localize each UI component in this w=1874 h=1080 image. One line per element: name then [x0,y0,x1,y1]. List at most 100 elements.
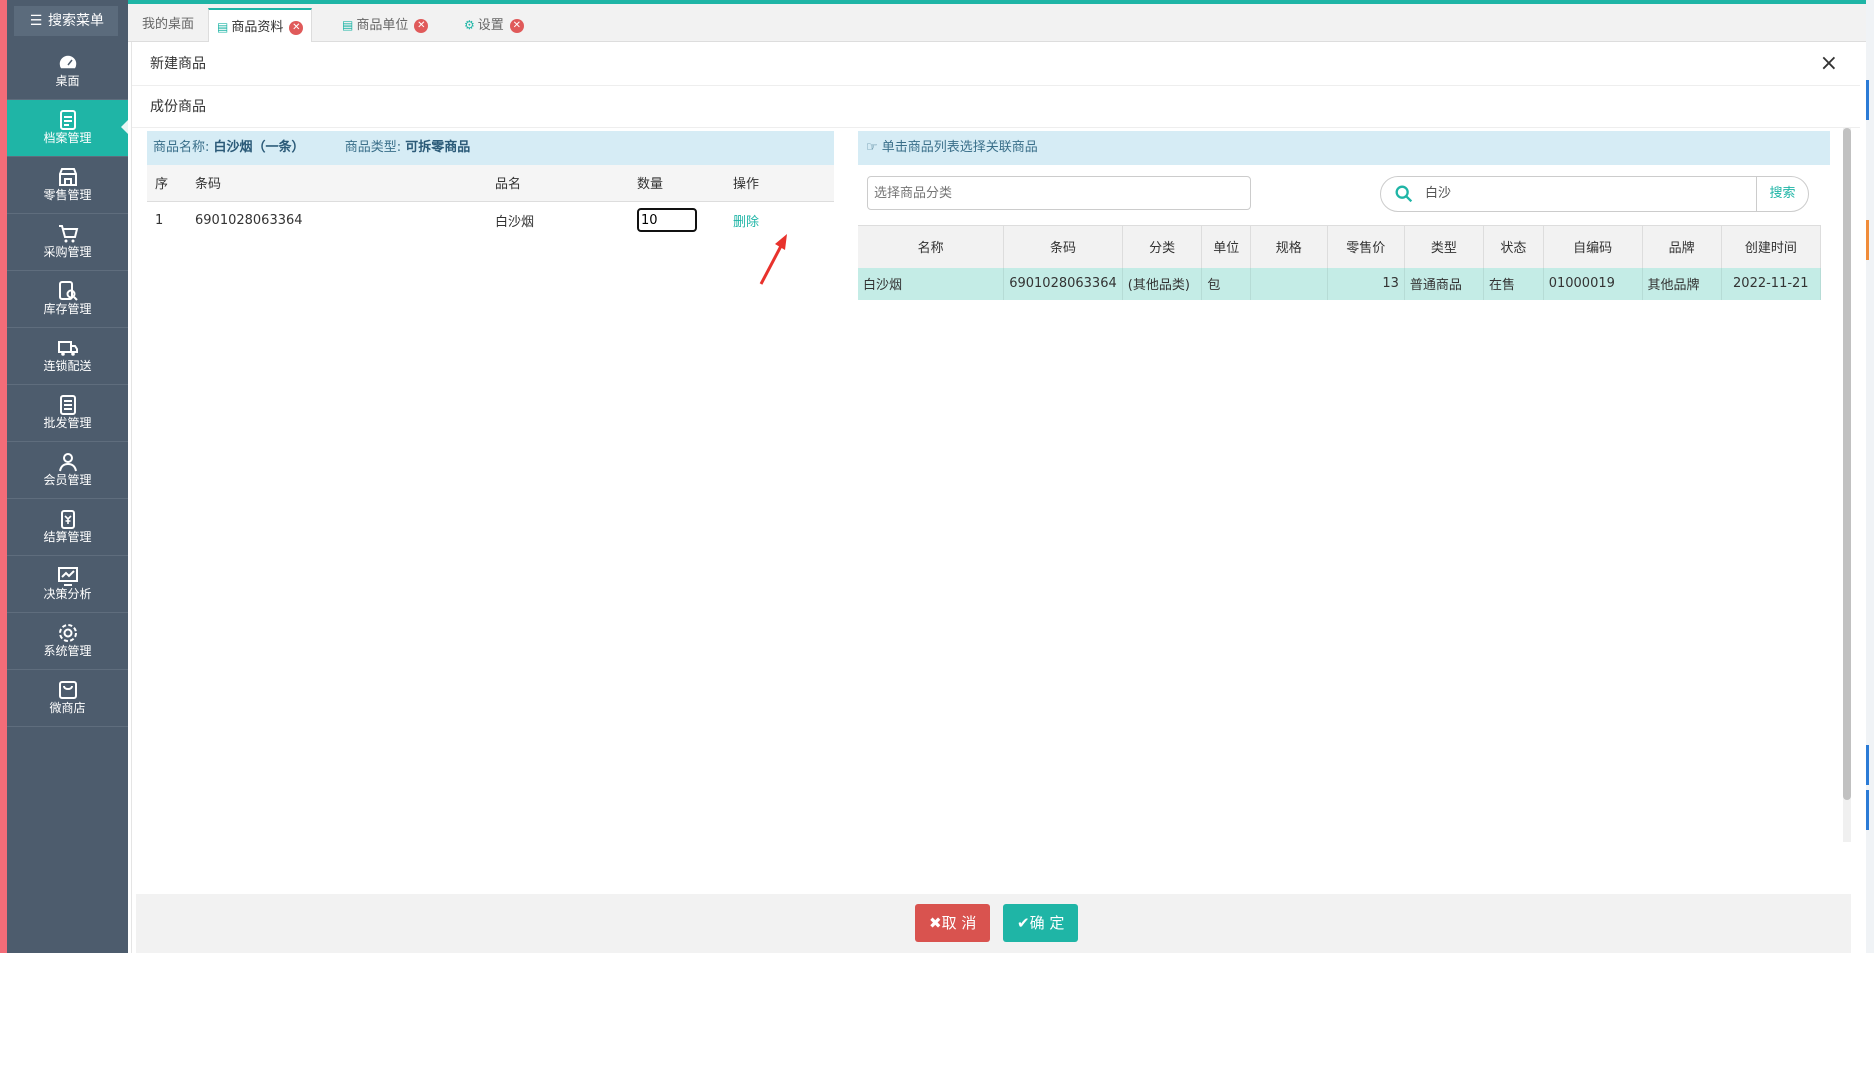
row-index: 1 [155,212,164,228]
tab-bar: 我的桌面 ▤ 商品资料 ✕ ▤ 商品单位 ✕ ⚙ 设置 ✕ [128,4,1874,43]
column-header: 条码 [1003,225,1123,268]
cell-type: 普通商品 [1404,267,1484,300]
tab-close-icon[interactable]: ✕ [509,18,524,33]
tab-label: 设置 [477,18,504,33]
bag-icon [7,670,128,700]
search-button[interactable]: 搜索 [1756,177,1808,211]
cell-brand: 其他品牌 [1642,267,1722,300]
cell-unit: 包 [1201,267,1252,300]
cell-name: 白沙烟 [858,267,1005,300]
list-icon: ▤ [217,20,229,34]
analysis-icon [7,556,128,586]
tab-product-info[interactable]: ▤ 商品资料 ✕ [208,8,313,43]
sidebar: ☰ 搜索菜单 桌面 档案管理 零售管理 采购管理 库存管理 连锁配送 批发管理 … [0,0,128,953]
product-type-label: 商品类型: [344,140,402,155]
column-header: 零售价 [1327,225,1405,268]
category-select[interactable] [867,176,1251,210]
sidebar-item-purchase[interactable]: 采购管理 [7,214,128,271]
vertical-scrollbar[interactable] [1843,128,1851,842]
sidebar-item-label: 系统管理 [43,644,92,658]
column-header: 自编码 [1543,225,1643,268]
cell-spec [1250,267,1328,300]
product-type-value: 可拆零商品 [405,140,471,155]
scrollbar-thumb[interactable] [1843,128,1851,800]
sidebar-item-inventory[interactable]: 库存管理 [7,271,128,328]
picker-hint: 单击商品列表选择关联商品 [881,140,1038,155]
cell-created: 2022-11-21 [1721,267,1822,300]
edge-marker [1866,745,1869,785]
sidebar-item-retail[interactable]: 零售管理 [7,157,128,214]
tab-label: 商品单位 [356,18,409,33]
tab-label: 商品资料 [231,20,284,35]
product-name-value: 白沙烟（一条） [213,140,305,155]
hand-pointer-icon: ☞ [866,140,882,155]
dialog-header: 新建商品 × [132,42,1860,86]
qty-cell [629,201,725,239]
truck-icon [7,328,128,358]
column-header: 数量 [629,165,725,202]
sidebar-item-label: 桌面 [55,74,80,88]
component-panel: 商品名称: 白沙烟（一条） 商品类型: 可拆零商品 序 条码 品名 数量 操作 [147,131,834,239]
sidebar-item-label: 批发管理 [43,416,92,430]
tab-my-desktop[interactable]: 我的桌面 [134,8,202,43]
dialog-subtitle: 成份商品 [132,86,1860,128]
sidebar-item-analysis[interactable]: 决策分析 [7,556,128,613]
tab-close-icon[interactable]: ✕ [289,20,304,35]
tab-label: 我的桌面 [142,17,195,32]
sidebar-item-wholesale[interactable]: 批发管理 [7,385,128,442]
sidebar-item-label: 档案管理 [43,131,92,145]
cell-code: 01000019 [1543,267,1643,300]
sidebar-item-label: 连锁配送 [43,359,92,373]
dialog-footer: ✖取 消 ✔确 定 [136,894,1851,953]
table-row[interactable]: 白沙烟 6901028063364 (其他品类) 包 13 普通商品 在售 01… [858,267,1822,300]
sidebar-item-microshop[interactable]: 微商店 [7,670,128,727]
search-menu-label: 搜索菜单 [48,13,104,29]
cell-barcode: 6901028063364 [1003,267,1123,300]
sidebar-item-delivery[interactable]: 连锁配送 [7,328,128,385]
picker-hint-bar: ☞ 单击商品列表选择关联商品 [858,131,1830,165]
sidebar-item-archive[interactable]: 档案管理 [7,100,128,157]
quantity-input[interactable] [637,208,697,233]
sidebar-item-system[interactable]: 系统管理 [7,613,128,670]
sidebar-item-settlement[interactable]: 结算管理 [7,499,128,556]
inventory-icon [7,271,128,301]
sidebar-item-desktop[interactable]: 桌面 [7,43,128,100]
confirm-button[interactable]: ✔确 定 [1003,904,1079,942]
app-root: ☰ 搜索菜单 桌面 档案管理 零售管理 采购管理 库存管理 连锁配送 批发管理 … [0,0,1874,1080]
cancel-button[interactable]: ✖取 消 [915,904,991,942]
search-menu-button[interactable]: ☰ 搜索菜单 [14,6,118,36]
sidebar-item-member[interactable]: 会员管理 [7,442,128,499]
menu-search-icon: ☰ [29,13,43,29]
gear-icon [7,613,128,643]
sidebar-item-label: 零售管理 [43,188,92,202]
column-header: 分类 [1122,225,1203,268]
tab-close-icon[interactable]: ✕ [414,18,429,33]
column-header: 品牌 [1642,225,1722,268]
delete-link[interactable]: 删除 [733,215,759,230]
search-input[interactable]: 白沙 [1425,177,1451,211]
archive-icon [7,100,128,130]
column-header: 序 [147,165,187,202]
sidebar-item-label: 采购管理 [43,245,92,259]
cart-icon [7,214,128,244]
new-product-dialog: 新建商品 × 成份商品 商品名称: 白沙烟（一条） 商品类型: 可拆零商品 序 … [131,42,1860,953]
product-info-bar: 商品名称: 白沙烟（一条） 商品类型: 可拆零商品 [147,131,834,165]
product-search-box: 白沙 搜索 [1380,176,1809,212]
dialog-title: 新建商品 [150,56,206,72]
search-icon [1395,185,1413,203]
close-icon[interactable]: × [1820,42,1838,86]
confirm-label: 确 定 [1029,914,1065,932]
tab-settings[interactable]: ⚙ 设置 ✕ [456,8,532,43]
sidebar-item-label: 库存管理 [43,302,92,316]
times-icon: ✖ [929,914,942,932]
table-row: 1 6901028063364 白沙烟 删除 [147,201,834,239]
gear-icon: ⚙ [464,18,475,32]
wholesale-icon [7,385,128,415]
settlement-icon [7,499,128,529]
column-header: 名称 [858,225,1005,268]
column-header: 创建时间 [1721,225,1822,268]
list-icon: ▤ [342,18,354,32]
column-header: 操作 [725,165,834,202]
tab-product-unit[interactable]: ▤ 商品单位 ✕ [334,8,436,43]
row-barcode: 6901028063364 [195,212,303,228]
